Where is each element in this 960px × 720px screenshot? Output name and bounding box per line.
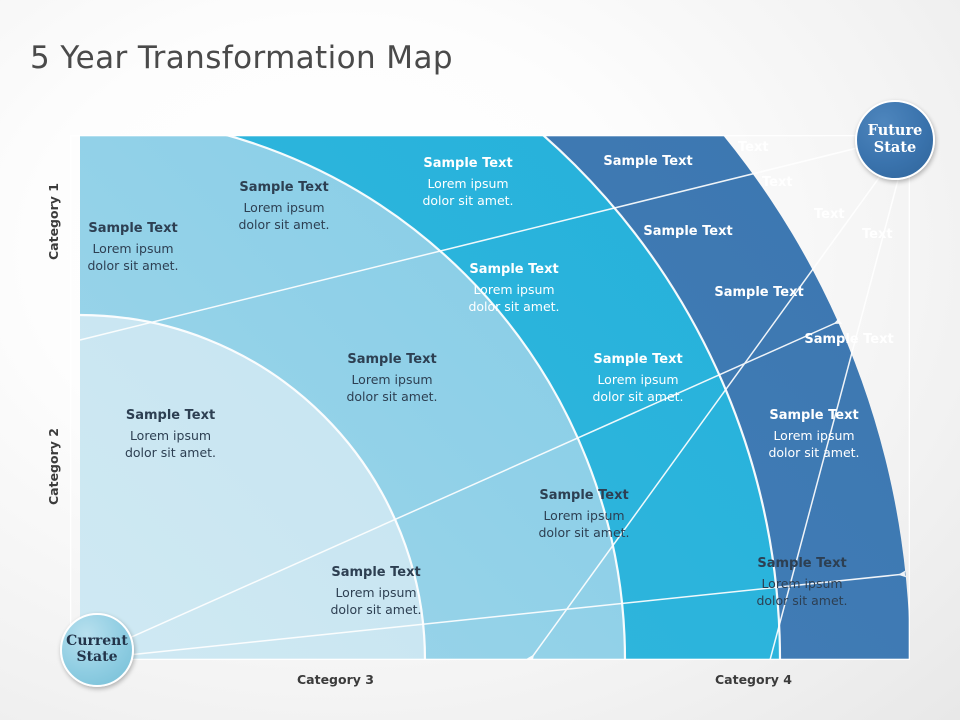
- radial-roadmap-chart: [70, 135, 910, 660]
- roadmap-svg: [70, 135, 910, 660]
- future-state-node[interactable]: Future State: [855, 100, 935, 180]
- page-title: 5 Year Transformation Map: [30, 40, 453, 76]
- band-group: [70, 135, 910, 660]
- axis-label-category-4: Category 4: [715, 672, 792, 687]
- current-state-line1: Current: [66, 633, 128, 650]
- future-state-label: Future State: [868, 123, 923, 156]
- axis-label-category-2: Category 2: [46, 428, 61, 505]
- current-state-line2: State: [76, 649, 118, 665]
- axis-label-category-3: Category 3: [297, 672, 374, 687]
- future-state-line1: Future: [867, 122, 923, 140]
- slide-canvas: 5 Year Transformation Map Sample Text Lo…: [0, 0, 960, 720]
- current-state-label: Current State: [66, 633, 128, 666]
- future-state-line2: State: [873, 139, 917, 156]
- current-state-node[interactable]: Current State: [60, 613, 134, 687]
- axis-label-category-1: Category 1: [46, 183, 61, 260]
